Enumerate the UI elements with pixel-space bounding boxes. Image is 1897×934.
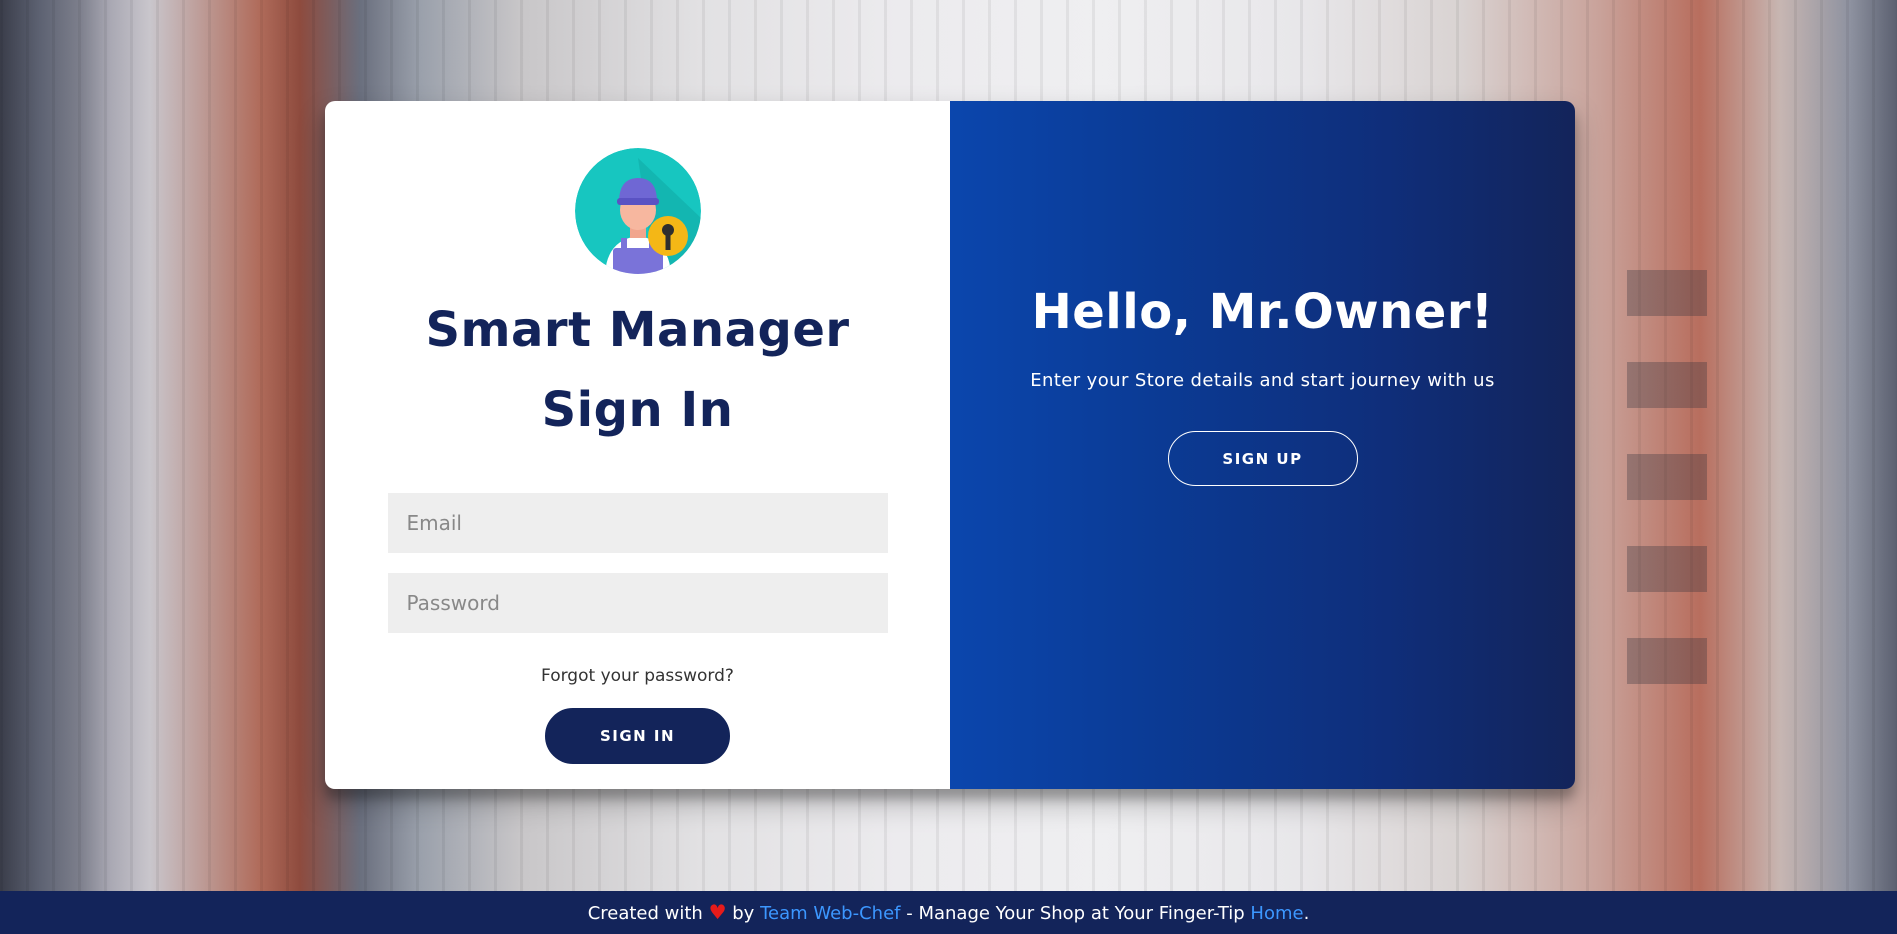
team-web-chef-link[interactable]: Team Web-Chef	[760, 903, 900, 924]
auth-card: Smart Manager Sign In Forgot your passwo…	[325, 101, 1575, 789]
forgot-password-link[interactable]: Forgot your password?	[541, 666, 734, 686]
footer: Created with ♥ by Team Web-Chef - Manage…	[0, 891, 1897, 934]
manager-with-key-avatar-icon	[574, 148, 701, 274]
signin-form: Smart Manager Sign In Forgot your passwo…	[325, 101, 950, 789]
title-line-1: Smart Manager	[425, 302, 850, 358]
email-field[interactable]	[387, 493, 888, 553]
footer-created-with: Created with	[587, 903, 703, 924]
home-link[interactable]: Home	[1250, 903, 1303, 924]
footer-by: by	[732, 903, 755, 924]
background-building-windows	[1627, 270, 1707, 710]
page-title: Smart Manager Sign In	[425, 290, 849, 450]
title-line-2: Sign In	[541, 382, 734, 438]
password-field[interactable]	[387, 573, 888, 633]
footer-tagline: - Manage Your Shop at Your Finger-Tip	[906, 903, 1245, 924]
welcome-panel: Hello, Mr.Owner! Enter your Store detail…	[950, 101, 1575, 789]
welcome-heading: Hello, Mr.Owner!	[1031, 284, 1494, 340]
welcome-tagline: Enter your Store details and start journ…	[1030, 370, 1495, 391]
footer-period: .	[1303, 903, 1310, 924]
sign-up-button[interactable]: SIGN UP	[1167, 431, 1358, 486]
heart-icon: ♥	[708, 900, 727, 924]
sign-in-button[interactable]: SIGN IN	[545, 708, 730, 764]
